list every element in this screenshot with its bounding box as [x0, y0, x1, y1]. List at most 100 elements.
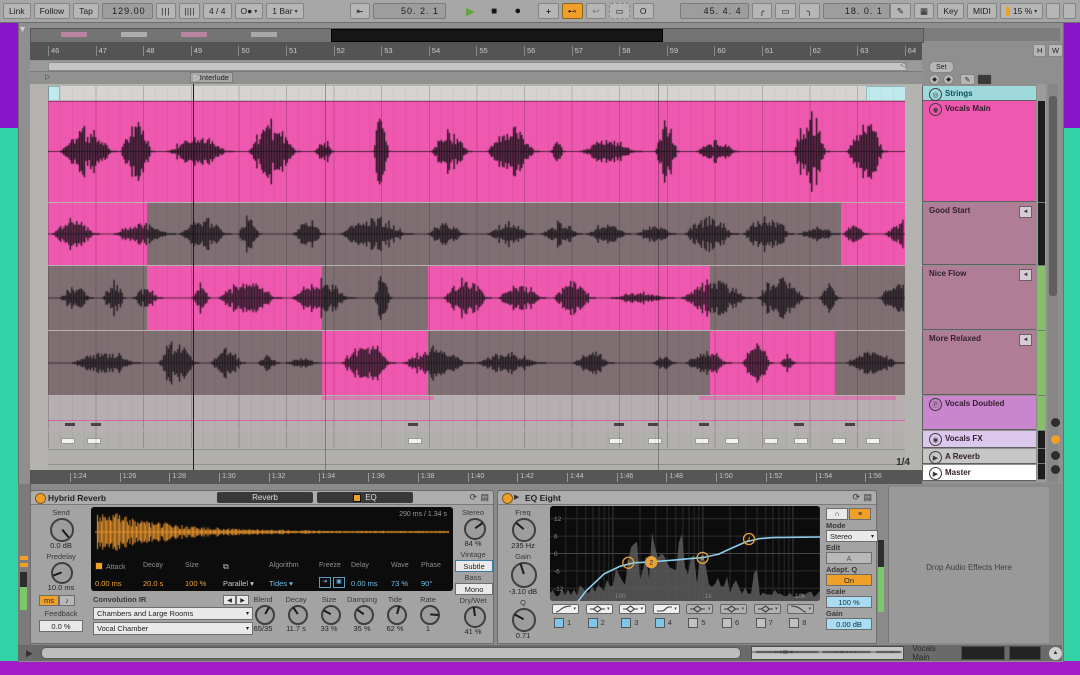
fold-track-icon[interactable]: ◉ [929, 103, 942, 116]
nudge-up-icon[interactable]: |||| [179, 3, 200, 19]
tempo-field[interactable]: 129.00 [101, 3, 153, 19]
arrangement-loop-brace[interactable] [48, 62, 907, 71]
bass-mono-select[interactable]: Mono [455, 583, 493, 595]
track-name[interactable]: Vocals Main [945, 104, 991, 113]
draw-mode-icon[interactable]: ✎ [889, 3, 911, 19]
band-enable-checkbox[interactable] [654, 618, 665, 628]
fx-clip[interactable] [695, 438, 710, 444]
fx-clip[interactable] [763, 438, 778, 444]
scrub-area[interactable]: ◁ [30, 61, 922, 72]
eq-eight-titlebar[interactable]: ▶ EQ Eight ⟳ ▤ [498, 491, 876, 505]
beat-time-ruler[interactable]: 46 47 48 49 50 51 52 53 54 55 56 57 58 59 60 61 62 63 64 [30, 42, 922, 60]
band-shape-select[interactable]: ▾ [753, 604, 781, 614]
lane-audition-speaker-icon[interactable]: ◄ [1019, 334, 1032, 346]
track-name[interactable]: Master [945, 468, 971, 477]
adapt-q-toggle[interactable]: On [826, 574, 872, 586]
freq-value[interactable]: 235 Hz [502, 541, 544, 550]
edit-ab-button[interactable]: A [826, 552, 872, 564]
decay-knob[interactable] [288, 605, 308, 625]
device-on-icon[interactable] [35, 493, 46, 504]
key-map-button[interactable]: Key [937, 3, 964, 19]
blend-knob-value[interactable]: 65/35 [245, 624, 281, 633]
track-row-vocals-main[interactable] [48, 101, 905, 202]
track-row-strings[interactable] [48, 86, 905, 100]
locator-flag[interactable]: ▷Interlude [190, 72, 233, 83]
track-name[interactable]: Strings [945, 89, 973, 98]
resize-triangle-icon[interactable]: ▶ [26, 648, 33, 659]
decay-knob-value[interactable]: 11.7 s [278, 624, 314, 633]
dry-wet-knob[interactable] [464, 606, 486, 628]
gain-knob[interactable] [511, 562, 537, 588]
cpu-meter[interactable]: 15 % ▾ [999, 3, 1044, 19]
lane-audition-speaker-icon[interactable]: ◄ [1019, 269, 1032, 281]
band-enable-checkbox[interactable] [621, 618, 632, 628]
strings-clip[interactable] [48, 86, 61, 100]
arrangement-grid[interactable] [30, 84, 922, 482]
damping-knob-value[interactable]: 35 % [344, 624, 380, 633]
mode-select[interactable]: Stereo ▾ [826, 530, 878, 542]
feedback-field[interactable]: 0.0 % [39, 620, 83, 632]
quantization-menu[interactable]: 1 Bar ▾ [266, 3, 304, 19]
predelay-knob[interactable] [51, 562, 73, 584]
fx-clip[interactable] [609, 438, 624, 444]
band-enable-checkbox[interactable] [789, 618, 800, 628]
loop-end-marker-icon[interactable]: ◁ [900, 61, 905, 69]
send-knob[interactable] [50, 518, 74, 542]
vintage-select[interactable]: Subtle [455, 560, 493, 572]
ms-toggle[interactable]: ms [39, 595, 59, 606]
track-row-vocals-doubled[interactable] [48, 396, 905, 430]
nav-button[interactable] [1051, 418, 1060, 427]
track-name[interactable]: Nice Flow [929, 269, 966, 278]
tab-reverb[interactable]: Reverb [217, 492, 313, 503]
fold-track-icon[interactable]: ◉ [929, 433, 942, 446]
tab-eq[interactable]: EQ [317, 492, 413, 503]
gain-value[interactable]: -3.10 dB [502, 587, 544, 596]
eq-band-7[interactable]: ▾ 7 [752, 604, 785, 630]
note-sync-toggle[interactable]: ♪ [59, 595, 75, 606]
loop-length-field[interactable]: 18. 0. 1 [822, 3, 890, 19]
clip-detail-display[interactable] [1009, 646, 1042, 660]
window-fold-icon[interactable]: ▼ [18, 24, 27, 34]
insert-marker[interactable] [193, 84, 194, 482]
track-name[interactable]: A Reverb [945, 452, 980, 461]
re-enable-automation-icon[interactable]: ↩ [585, 3, 607, 19]
rate-knob[interactable] [420, 605, 440, 625]
clip-detail-display[interactable] [961, 646, 1006, 660]
prev-ir-button[interactable]: ◀ [223, 595, 236, 605]
param-attack[interactable]: Attack 0.00 ms [95, 562, 143, 588]
fx-clip[interactable] [793, 438, 808, 444]
eq-band-8[interactable]: ▾ 8 [785, 604, 818, 630]
clip-overview[interactable] [750, 646, 905, 660]
audition-headphone-icon[interactable]: ∩ [826, 508, 848, 520]
track-name[interactable]: Vocals Doubled [945, 399, 1004, 408]
eq-display[interactable]: 1 2 3 4 12 6 0 -6 -12 100 1k 10k [550, 506, 820, 601]
stereo-knob[interactable] [464, 518, 486, 540]
punch-out-icon[interactable]: ╮ [799, 3, 820, 19]
strings-clip[interactable] [866, 86, 905, 100]
tap-tempo-button[interactable]: Tap [73, 3, 99, 19]
param-algorithm[interactable]: Algorithm Tides ▾ [269, 562, 319, 588]
device-on-icon[interactable] [502, 493, 513, 504]
track-name[interactable]: Vocals FX [945, 434, 983, 443]
track-row-a-reverb[interactable] [48, 449, 905, 464]
lane-audition-speaker-icon[interactable]: ◄ [1019, 206, 1032, 218]
automation-mode-button[interactable] [977, 74, 992, 85]
track-header-more-relaxed[interactable]: More Relaxed ◄ [922, 331, 1036, 395]
stereo-value[interactable]: 84 % [455, 539, 491, 548]
hybrid-reverb-titlebar[interactable]: Hybrid Reverb Reverb EQ ⟳ ▤ [31, 491, 493, 505]
arrangement-position-field[interactable]: 50. 2. 1 [373, 3, 447, 19]
band-enable-checkbox[interactable] [554, 618, 564, 628]
tide-knob[interactable] [387, 605, 407, 625]
q-knob[interactable] [512, 608, 536, 632]
time-signature-field[interactable]: 4 / 4 [202, 3, 232, 19]
size-knob[interactable] [321, 605, 341, 625]
midi-map-button[interactable]: MIDI [966, 3, 997, 19]
time-ruler[interactable]: 1:24 1:26 1:28 1:30 1:32 1:34 1:36 1:38 1:40 1:42… [30, 470, 922, 484]
track-header-nice-flow[interactable]: Nice Flow ◄ [922, 266, 1036, 330]
eq-band-5[interactable]: ▾ 5 [684, 604, 717, 630]
loop-start-field[interactable]: 45. 4. 4 [679, 3, 749, 19]
band-shape-select[interactable]: ▾ [552, 604, 579, 614]
draw-automation-button[interactable]: ✎ [960, 74, 975, 85]
computer-midi-keyboard-icon[interactable]: ▦ [913, 3, 935, 19]
nudge-down-icon[interactable]: ||| [155, 3, 177, 19]
